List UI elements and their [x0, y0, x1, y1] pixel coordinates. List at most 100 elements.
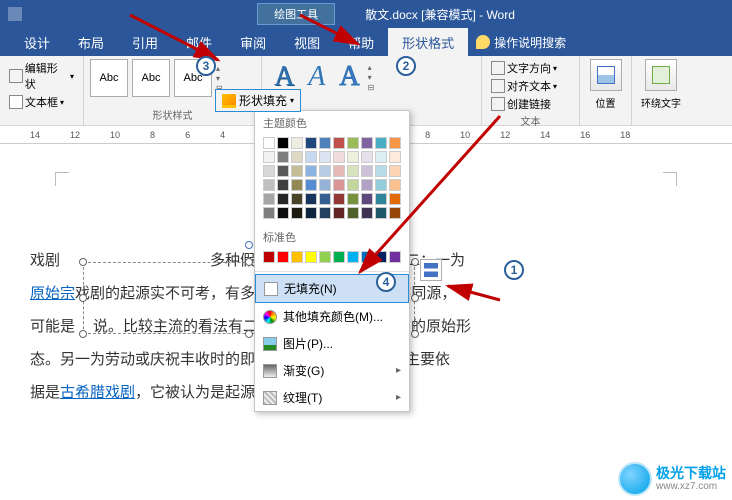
layout-options-button[interactable] [420, 259, 442, 281]
color-swatch[interactable] [333, 193, 345, 205]
color-swatch[interactable] [347, 137, 359, 149]
color-swatch[interactable] [305, 165, 317, 177]
color-swatch[interactable] [263, 251, 275, 263]
color-swatch[interactable] [361, 207, 373, 219]
color-swatch[interactable] [361, 193, 373, 205]
wordart-style-3[interactable]: A [333, 59, 365, 95]
color-swatch[interactable] [389, 193, 401, 205]
link-greek-drama[interactable]: 古希腊戏剧 [60, 384, 135, 401]
link-origin[interactable]: 原始宗 [30, 285, 75, 302]
text-direction-button[interactable]: 文字方向▾ [488, 59, 573, 77]
color-swatch[interactable] [361, 165, 373, 177]
resize-handle[interactable] [411, 258, 419, 266]
color-swatch[interactable] [277, 137, 289, 149]
tab-mailings[interactable]: 邮件 [172, 28, 226, 57]
resize-handle[interactable] [79, 258, 87, 266]
color-swatch[interactable] [333, 179, 345, 191]
color-swatch[interactable] [319, 251, 331, 263]
resize-handle[interactable] [245, 330, 253, 338]
color-swatch[interactable] [319, 193, 331, 205]
tab-shape-format[interactable]: 形状格式 [388, 28, 468, 57]
save-icon[interactable] [8, 7, 22, 21]
resize-handle[interactable] [411, 294, 419, 302]
wrap-text-button[interactable] [645, 59, 677, 91]
color-swatch[interactable] [277, 179, 289, 191]
color-swatch[interactable] [347, 165, 359, 177]
color-swatch[interactable] [333, 151, 345, 163]
rotate-handle[interactable] [245, 241, 253, 249]
color-swatch[interactable] [277, 151, 289, 163]
color-swatch[interactable] [277, 193, 289, 205]
color-swatch[interactable] [361, 137, 373, 149]
color-swatch[interactable] [375, 165, 387, 177]
resize-handle[interactable] [245, 258, 253, 266]
gallery-up-icon[interactable]: ▴ [216, 64, 223, 73]
color-swatch[interactable] [305, 207, 317, 219]
color-swatch[interactable] [333, 207, 345, 219]
tab-design[interactable]: 设计 [10, 28, 64, 57]
tab-help[interactable]: 帮助 [334, 28, 388, 57]
tab-references[interactable]: 引用 [118, 28, 172, 57]
color-swatch[interactable] [277, 207, 289, 219]
color-swatch[interactable] [333, 165, 345, 177]
color-swatch[interactable] [319, 179, 331, 191]
color-swatch[interactable] [333, 137, 345, 149]
gradient-fill-item[interactable]: 渐变(G) ▸ [255, 357, 409, 384]
color-swatch[interactable] [375, 137, 387, 149]
color-swatch[interactable] [263, 207, 275, 219]
color-swatch[interactable] [319, 137, 331, 149]
shape-fill-button[interactable]: 形状填充 ▾ [215, 89, 301, 112]
color-swatch[interactable] [333, 251, 345, 263]
color-swatch[interactable] [263, 137, 275, 149]
shape-style-1[interactable]: Abc [90, 59, 128, 97]
color-swatch[interactable] [305, 137, 317, 149]
more-colors-item[interactable]: 其他填充颜色(M)... [255, 303, 409, 330]
tell-me-search[interactable]: 操作说明搜索 [476, 34, 566, 51]
color-swatch[interactable] [319, 165, 331, 177]
color-swatch[interactable] [347, 207, 359, 219]
color-swatch[interactable] [319, 151, 331, 163]
color-swatch[interactable] [291, 193, 303, 205]
color-swatch[interactable] [389, 179, 401, 191]
color-swatch[interactable] [375, 193, 387, 205]
create-link-button[interactable]: 创建链接 [488, 95, 573, 113]
color-swatch[interactable] [291, 151, 303, 163]
color-swatch[interactable] [389, 207, 401, 219]
color-swatch[interactable] [361, 151, 373, 163]
wordart-style-2[interactable]: A [302, 59, 331, 95]
color-swatch[interactable] [375, 151, 387, 163]
picture-fill-item[interactable]: 图片(P)... [255, 330, 409, 357]
shape-style-2[interactable]: Abc [132, 59, 170, 97]
color-swatch[interactable] [347, 251, 359, 263]
color-swatch[interactable] [291, 137, 303, 149]
color-swatch[interactable] [305, 251, 317, 263]
color-swatch[interactable] [263, 151, 275, 163]
color-swatch[interactable] [347, 193, 359, 205]
tab-layout[interactable]: 布局 [64, 28, 118, 57]
color-swatch[interactable] [389, 251, 401, 263]
color-swatch[interactable] [263, 193, 275, 205]
tab-review[interactable]: 审阅 [226, 28, 280, 57]
color-swatch[interactable] [347, 151, 359, 163]
color-swatch[interactable] [375, 179, 387, 191]
color-swatch[interactable] [263, 165, 275, 177]
color-swatch[interactable] [305, 151, 317, 163]
texture-fill-item[interactable]: 纹理(T) ▸ [255, 384, 409, 411]
color-swatch[interactable] [291, 179, 303, 191]
color-swatch[interactable] [375, 207, 387, 219]
color-swatch[interactable] [291, 165, 303, 177]
color-swatch[interactable] [305, 193, 317, 205]
resize-handle[interactable] [411, 330, 419, 338]
position-button[interactable] [590, 59, 622, 91]
edit-shape-button[interactable]: 编辑形状▾ [6, 59, 77, 93]
color-swatch[interactable] [389, 165, 401, 177]
color-swatch[interactable] [375, 251, 387, 263]
text-box-button[interactable]: 文本框▾ [6, 93, 77, 111]
color-swatch[interactable] [291, 207, 303, 219]
gallery-down-icon[interactable]: ▾ [216, 74, 223, 83]
color-swatch[interactable] [263, 179, 275, 191]
color-swatch[interactable] [277, 251, 289, 263]
color-swatch[interactable] [277, 165, 289, 177]
tab-view[interactable]: 视图 [280, 28, 334, 57]
align-text-button[interactable]: 对齐文本▾ [488, 77, 573, 95]
